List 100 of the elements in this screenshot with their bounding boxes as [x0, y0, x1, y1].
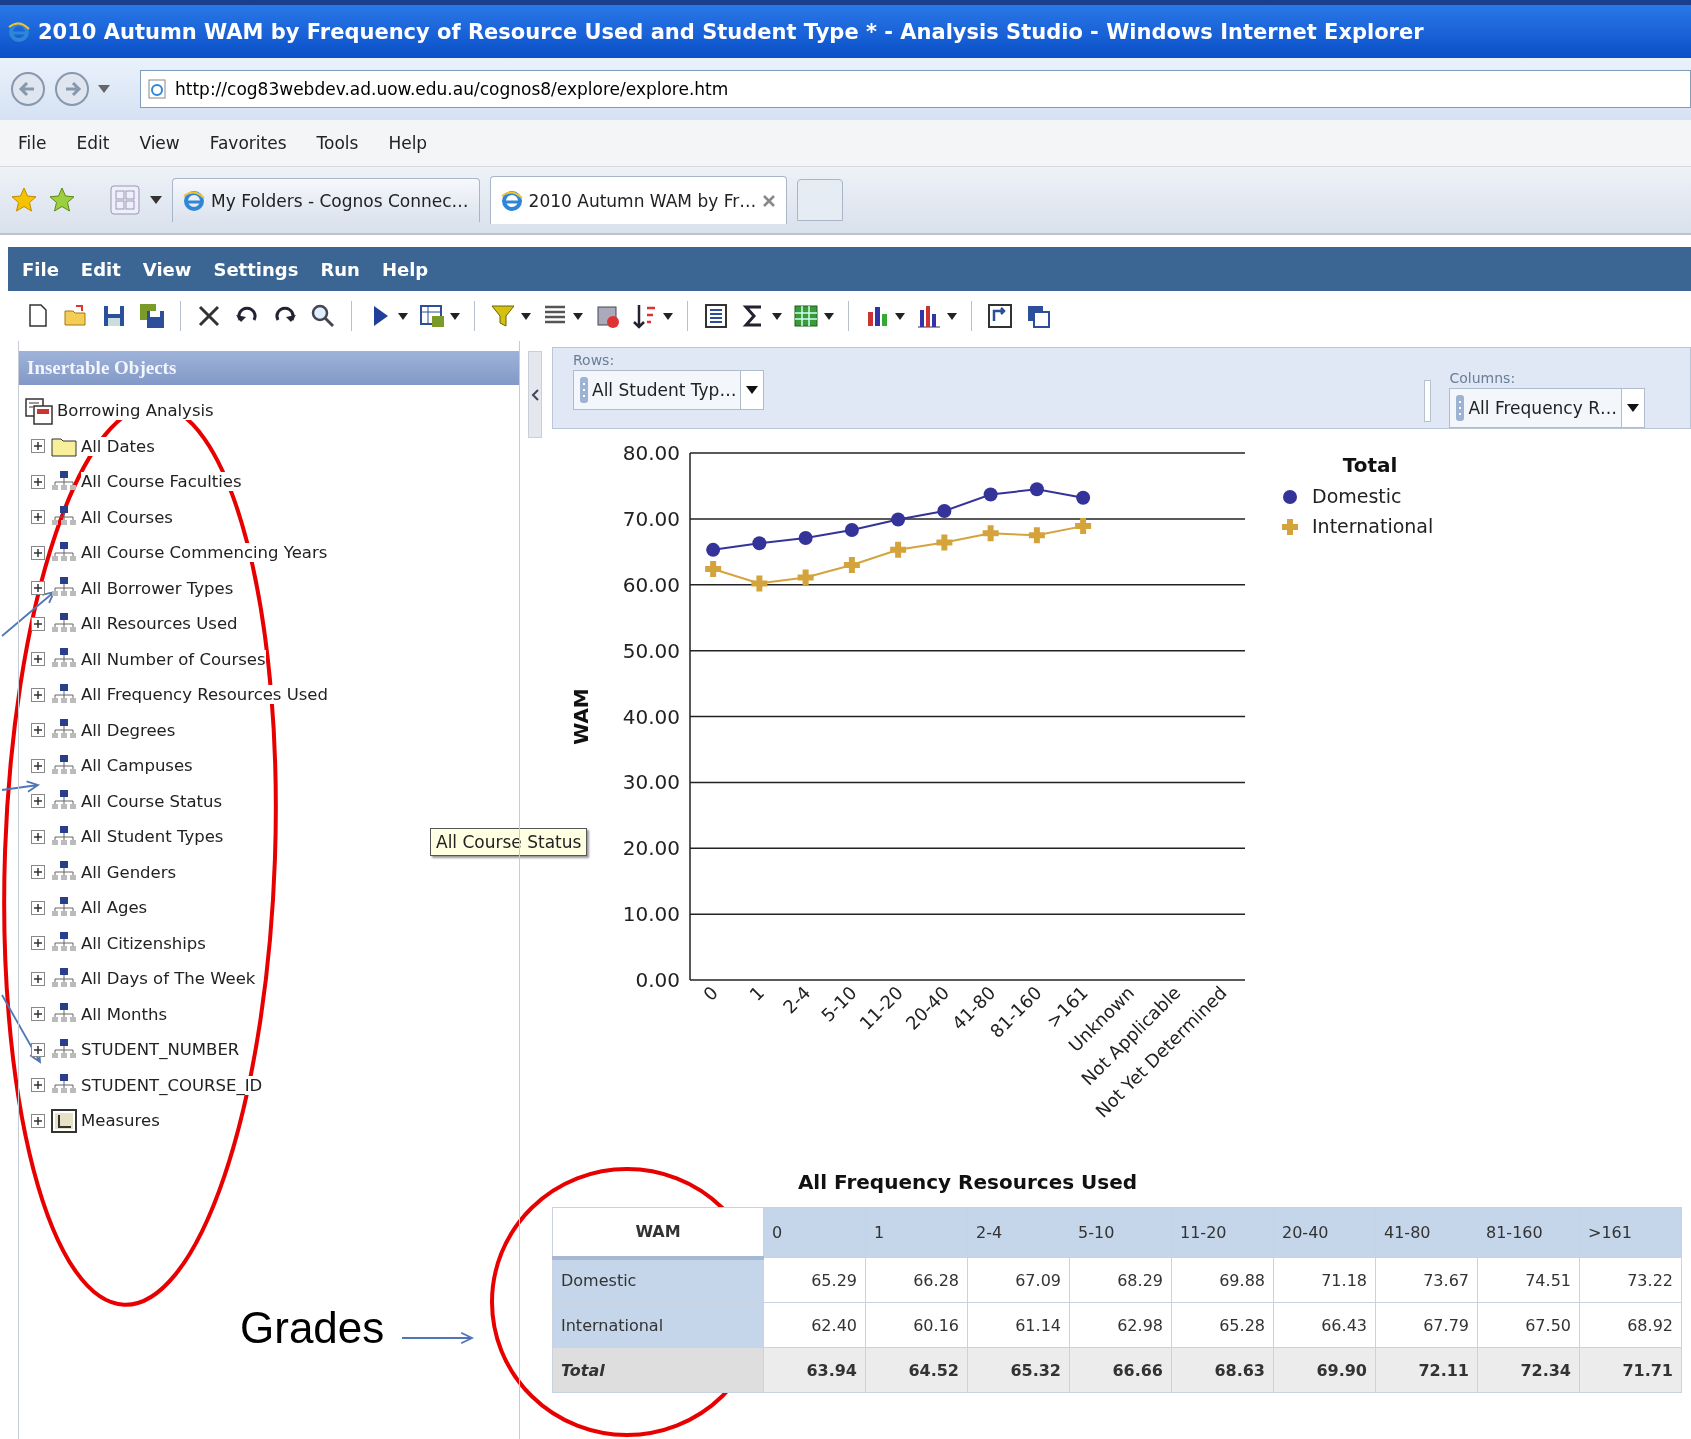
menu-item[interactable]: Run [320, 258, 360, 280]
legend-title: Total [1342, 453, 1398, 477]
browser-logo-icon [183, 189, 205, 212]
table-cell: 74.51 [1477, 1257, 1580, 1303]
back-icon[interactable] [10, 71, 46, 107]
page-icon [147, 79, 167, 99]
menu-item[interactable]: File [22, 258, 59, 280]
table-cell: 67.09 [967, 1257, 1070, 1303]
table-cell: 69.90 [1273, 1347, 1376, 1393]
data-point [1076, 490, 1091, 505]
dimension-dropdown[interactable]: All Student Typ… [573, 370, 765, 410]
axis-tick-label: 50.00 [622, 638, 680, 663]
add-favorite-icon[interactable] [48, 186, 76, 214]
caret-icon[interactable] [824, 312, 834, 320]
expand-toggle-icon[interactable] [31, 652, 45, 667]
browser-logo-icon [8, 20, 30, 43]
expand-toggle-icon[interactable] [31, 1078, 45, 1093]
menu-item[interactable]: Edit [76, 133, 110, 153]
caret-icon[interactable] [398, 312, 408, 320]
filter-icon[interactable] [489, 302, 517, 330]
axis-tick-label: 1 [745, 982, 769, 1005]
axis-tick-label: 80.00 [622, 441, 680, 465]
expand-toggle-icon[interactable] [31, 1113, 45, 1128]
expand-toggle-icon[interactable] [31, 829, 45, 844]
insert-table-icon[interactable] [418, 302, 446, 330]
table-cell: 67.50 [1477, 1302, 1580, 1348]
column-header: 20-40 [1273, 1207, 1376, 1258]
close-icon[interactable] [762, 193, 777, 208]
menu-item[interactable]: Help [381, 258, 429, 280]
expand-toggle-icon[interactable] [31, 900, 45, 915]
favorites-star-icon[interactable] [10, 186, 38, 214]
caret-icon[interactable] [521, 312, 531, 320]
caret-icon[interactable] [663, 312, 673, 320]
caret-icon[interactable] [450, 312, 460, 320]
browser-tab[interactable]: My Folders - Cognos Connec… [172, 178, 480, 222]
axis-tick-label: 40.00 [622, 704, 680, 729]
expand-toggle-icon[interactable] [31, 936, 45, 951]
report-layout-icon[interactable] [702, 302, 730, 330]
caret-icon[interactable] [150, 196, 162, 204]
data-point [983, 487, 998, 502]
annotation-arrow [1, 780, 41, 793]
menu-item[interactable]: View [142, 258, 192, 280]
expand-toggle-icon[interactable] [31, 723, 45, 738]
expand-toggle-icon[interactable] [31, 687, 45, 702]
caret-icon[interactable] [746, 386, 759, 394]
address-field[interactable]: http://cog83webdev.ad.uow.edu.au/cognos8/explore/explore.htm [140, 70, 1691, 108]
expand-toggle-icon[interactable] [31, 510, 45, 525]
grid-icon[interactable] [792, 302, 820, 330]
menu-item[interactable]: Help [388, 133, 428, 153]
expand-toggle-icon[interactable] [31, 1007, 45, 1022]
axis-tick-label: 60.00 [622, 572, 680, 597]
expand-toggle-icon[interactable] [31, 545, 45, 560]
caret-icon[interactable] [895, 312, 905, 320]
table-cell: 69.88 [1171, 1257, 1274, 1303]
data-point [706, 542, 721, 557]
column-header: 1 [865, 1207, 968, 1258]
browser-tab[interactable]: 2010 Autumn WAM by Fr… [489, 176, 788, 224]
data-point [982, 525, 999, 542]
expand-toggle-icon[interactable] [31, 1042, 45, 1057]
expand-toggle-icon[interactable] [31, 865, 45, 880]
menu-item[interactable]: Settings [213, 258, 299, 280]
browser-logo-icon [500, 189, 523, 212]
caret-icon[interactable] [573, 312, 583, 320]
table-cell: 62.98 [1069, 1302, 1172, 1348]
legend-marker-icon [1283, 490, 1297, 504]
menu-item[interactable]: Favorites [209, 133, 287, 153]
forward-icon[interactable] [54, 71, 90, 107]
caret-icon[interactable] [1627, 404, 1639, 412]
axis-tick-label: 30.00 [622, 770, 680, 795]
save-as-icon[interactable] [138, 302, 166, 330]
table-cell: 67.79 [1375, 1302, 1478, 1348]
table-cell: 72.34 [1477, 1347, 1580, 1393]
expand-toggle-icon[interactable] [31, 971, 45, 986]
column-header: 11-20 [1171, 1207, 1274, 1258]
expand-toggle-icon[interactable] [31, 581, 45, 596]
search-icon[interactable] [309, 302, 337, 330]
menu-item[interactable]: Tools [316, 133, 359, 153]
menu-item[interactable]: File [18, 133, 47, 153]
tooltip: All Course Status [430, 828, 588, 856]
data-point [798, 531, 813, 545]
table-cell: 68.63 [1171, 1347, 1274, 1393]
annotation-arrow [1, 994, 42, 1064]
expand-toggle-icon[interactable] [31, 616, 45, 631]
caret-icon[interactable] [947, 312, 957, 320]
corner-cell: WAM [552, 1207, 764, 1258]
data-point [1075, 518, 1092, 535]
expand-toggle-icon[interactable] [31, 794, 45, 809]
table-cell: 65.29 [763, 1257, 866, 1303]
menu-item[interactable]: View [139, 133, 180, 153]
menu-item[interactable]: Edit [80, 258, 121, 280]
dimension-dropdown[interactable]: All Frequency R… [1449, 388, 1645, 428]
caret-icon[interactable] [772, 312, 782, 320]
drag-handle-icon [1456, 395, 1465, 421]
expand-toggle-icon[interactable] [31, 474, 45, 489]
expand-toggle-icon[interactable] [31, 758, 45, 773]
resize-handle[interactable] [1424, 380, 1432, 422]
table-cell: 65.28 [1171, 1302, 1274, 1348]
measures-icon [51, 1108, 77, 1133]
expand-toggle-icon[interactable] [31, 439, 45, 454]
collapse-handle[interactable] [528, 351, 542, 438]
